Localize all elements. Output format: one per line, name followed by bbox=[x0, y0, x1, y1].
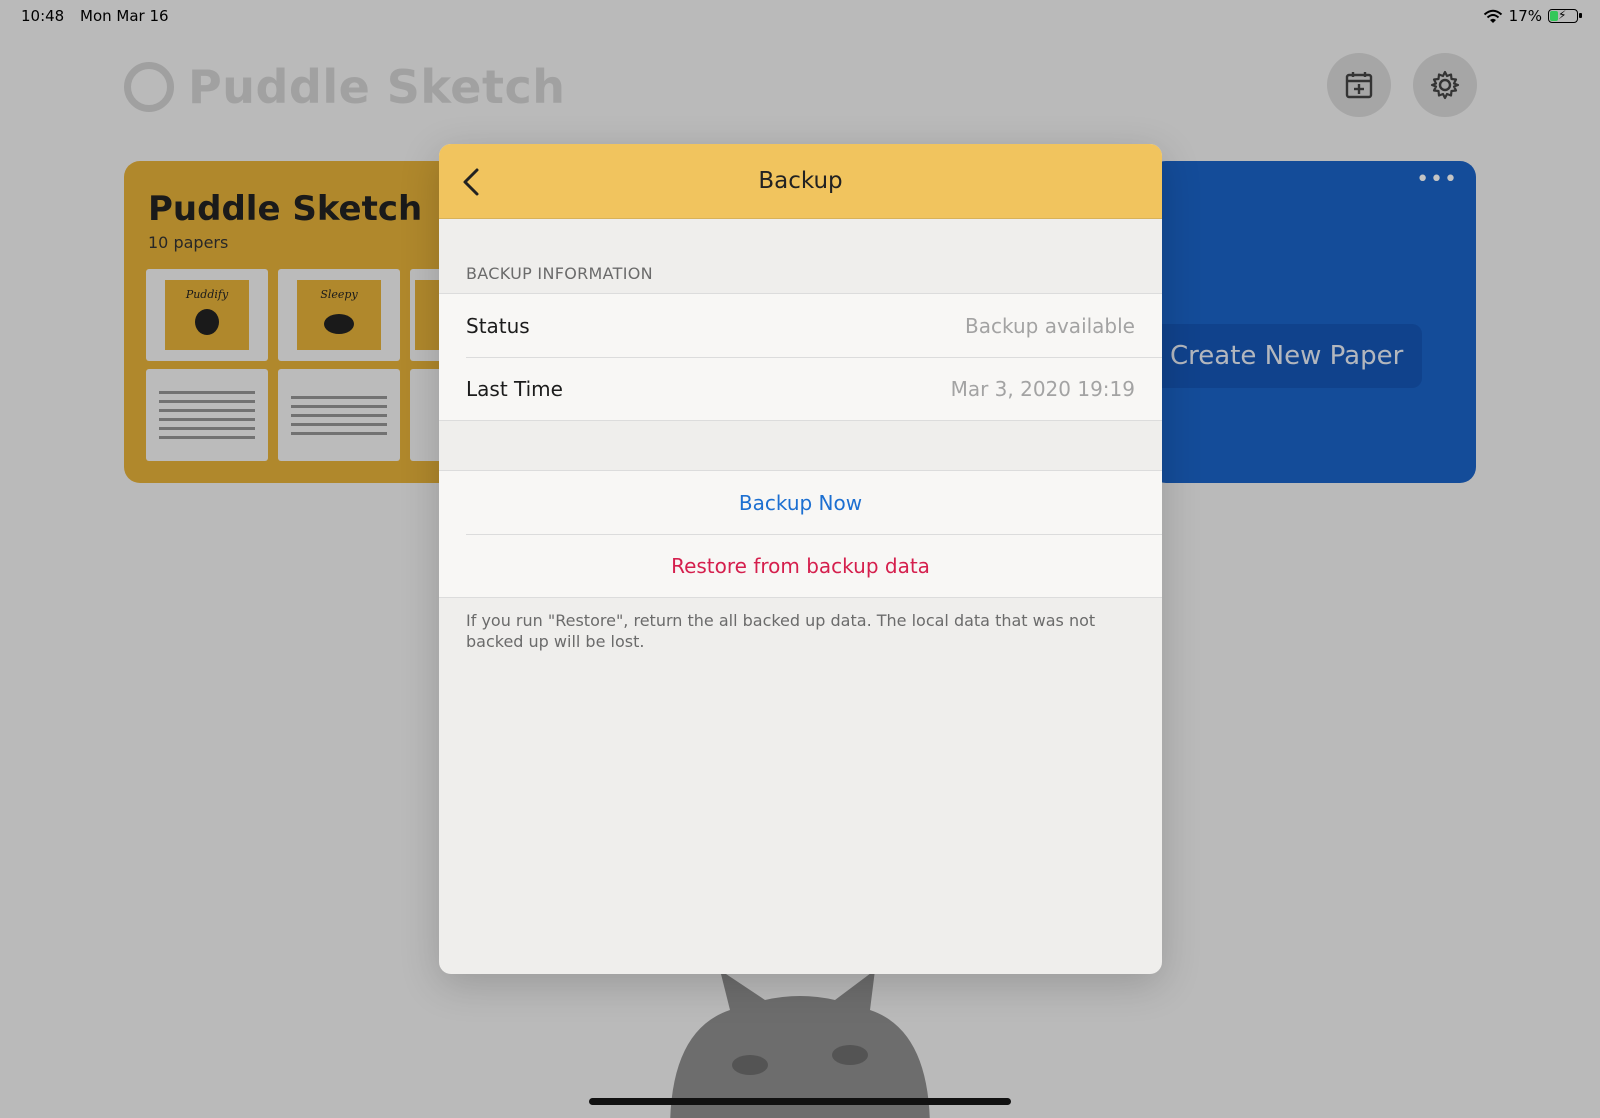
backup-actions-group: Backup Now Restore from backup data bbox=[439, 470, 1162, 598]
modal-title: Backup bbox=[758, 168, 843, 194]
status-time: 10:48 bbox=[21, 7, 65, 25]
restore-row[interactable]: Restore from backup data bbox=[439, 534, 1162, 597]
last-time-row: Last Time Mar 3, 2020 19:19 bbox=[439, 357, 1162, 420]
wifi-icon bbox=[1483, 9, 1502, 23]
last-time-label: Last Time bbox=[466, 376, 563, 401]
charging-bolt-icon: ⚡ bbox=[1558, 8, 1567, 22]
status-row: Status Backup available bbox=[439, 294, 1162, 357]
section-header: BACKUP INFORMATION bbox=[466, 264, 653, 283]
status-date: Mon Mar 16 bbox=[80, 7, 169, 25]
backup-now-button[interactable]: Backup Now bbox=[466, 491, 1135, 515]
battery-percent: 17% bbox=[1508, 7, 1542, 25]
status-label: Status bbox=[466, 313, 530, 338]
modal-header: Backup bbox=[439, 144, 1162, 219]
backup-info-group: Status Backup available Last Time Mar 3,… bbox=[439, 293, 1162, 421]
restore-warning-note: If you run "Restore", return the all bac… bbox=[466, 611, 1096, 651]
battery-icon: ⚡ bbox=[1548, 8, 1582, 23]
restore-button[interactable]: Restore from backup data bbox=[466, 554, 1135, 578]
status-indicators: 17% ⚡ bbox=[1483, 7, 1582, 25]
backup-now-row[interactable]: Backup Now bbox=[439, 471, 1162, 534]
last-time-value: Mar 3, 2020 19:19 bbox=[950, 376, 1135, 401]
status-bar: 10:48 Mon Mar 16 17% ⚡ bbox=[0, 0, 1600, 34]
home-indicator[interactable] bbox=[589, 1098, 1011, 1105]
status-value: Backup available bbox=[965, 313, 1135, 338]
backup-modal: Backup BACKUP INFORMATION Status Backup … bbox=[439, 144, 1162, 974]
